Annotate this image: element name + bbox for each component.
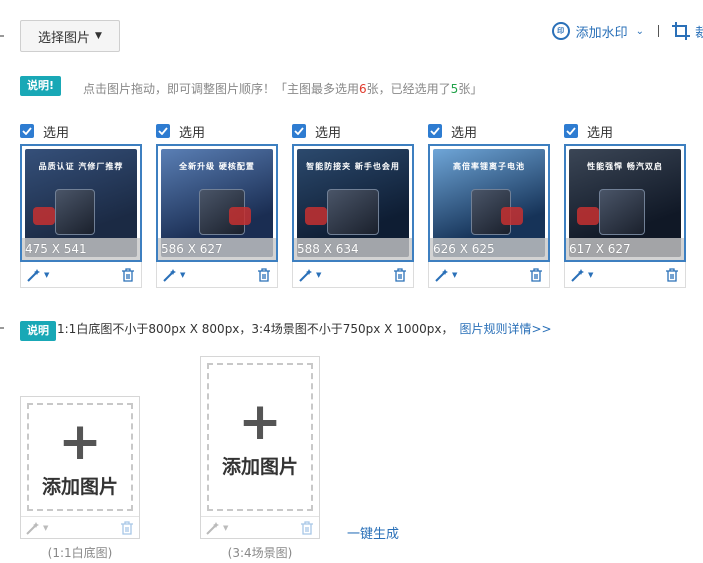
add-image-dropzone[interactable]: + 添加图片: [27, 403, 133, 511]
select-checkbox-label: 选用: [179, 125, 206, 141]
image-dimensions: 586 X 627: [158, 238, 276, 260]
image-dimensions: 626 X 625: [430, 238, 548, 260]
product-accessory: [305, 207, 327, 225]
thumbnail-toolbar: ▼: [20, 262, 142, 288]
notice-text-mid: 张，已经选用了: [366, 82, 451, 96]
thumbnail-card[interactable]: 选用品质认证 汽修厂推荐 475 X 541 ▼: [20, 122, 142, 288]
poster-title: 品质认证 汽修厂推荐: [38, 162, 124, 171]
magic-wand-icon[interactable]: ▼: [571, 268, 593, 282]
slot-toolbar: ▼: [21, 516, 139, 538]
product-accessory: [577, 207, 599, 225]
thumbnail-card[interactable]: 选用性能强悍 畅汽双启 617 X 627 ▼: [564, 122, 686, 288]
magic-wand-icon[interactable]: ▼: [163, 268, 185, 282]
notice-text-after: 张」: [458, 82, 483, 96]
crop-icon[interactable]: [671, 21, 691, 41]
top-right-toolbar: 印 添加水印 ⌄ 裁: [551, 18, 703, 44]
trash-icon[interactable]: [393, 267, 407, 282]
select-images-button[interactable]: 选择图片 ▼: [20, 20, 120, 52]
check-icon[interactable]: [20, 124, 34, 138]
thumbnail-image[interactable]: 性能强悍 畅汽双启 617 X 627: [564, 144, 686, 262]
edge-marker: [0, 35, 4, 37]
crop-button-label[interactable]: 裁: [695, 22, 703, 41]
add-watermark-button[interactable]: 添加水印: [576, 22, 628, 41]
rules-detail-link[interactable]: 图片规则详情>>: [459, 322, 551, 336]
trash-icon[interactable]: [529, 267, 543, 282]
thumbnail-image[interactable]: 智能防接夹 新手也会用 588 X 634: [292, 144, 414, 262]
chevron-down-icon[interactable]: ⌄: [636, 26, 644, 37]
edge-marker: [0, 327, 4, 329]
add-image-slot-square[interactable]: + 添加图片 ▼: [20, 396, 140, 539]
watermark-icon[interactable]: 印: [551, 22, 570, 40]
product-accessory: [229, 207, 251, 225]
product-accessory: [33, 207, 55, 225]
select-checkbox-row[interactable]: 选用: [20, 122, 142, 141]
image-dimensions: 475 X 541: [22, 238, 140, 260]
image-dimensions: 617 X 627: [566, 238, 684, 260]
image-dimensions: 588 X 634: [294, 238, 412, 260]
one-click-generate-button[interactable]: 一键生成: [347, 523, 399, 542]
trash-icon[interactable]: [300, 520, 314, 535]
trash-icon[interactable]: [665, 267, 679, 282]
select-checkbox-row[interactable]: 选用: [292, 122, 414, 141]
magic-wand-icon[interactable]: ▼: [27, 268, 49, 282]
chevron-down-icon: ▼: [95, 31, 102, 41]
select-images-label: 选择图片: [38, 30, 91, 46]
thumbnail-image[interactable]: 品质认证 汽修厂推荐 475 X 541: [20, 144, 142, 262]
select-checkbox-row[interactable]: 选用: [564, 122, 686, 141]
notice-badge: 说明!: [20, 76, 62, 96]
thumbnail-toolbar: ▼: [428, 262, 550, 288]
thumbnail-card[interactable]: 选用智能防接夹 新手也会用 588 X 634 ▼: [292, 122, 414, 288]
thumbnail-image[interactable]: 全新升级 硬核配置 586 X 627: [156, 144, 278, 262]
rules-badge: 说明: [20, 321, 56, 341]
thumbnail-toolbar: ▼: [564, 262, 686, 288]
slot-caption-scene: (3:4场景图): [227, 546, 293, 560]
poster-title: 全新升级 硬核配置: [179, 162, 255, 171]
select-checkbox-label: 选用: [315, 125, 342, 141]
poster-title: 智能防接夹 新手也会用: [306, 162, 400, 171]
select-checkbox-label: 选用: [451, 125, 478, 141]
poster-title: 高倍率锂离子电池: [453, 162, 525, 171]
thumbnail-toolbar: ▼: [292, 262, 414, 288]
plus-icon: +: [58, 411, 102, 472]
slot-caption-square: (1:1白底图): [47, 546, 113, 560]
max-count: 6: [359, 82, 367, 96]
magic-wand-icon[interactable]: ▼: [206, 521, 228, 535]
add-image-dropzone[interactable]: + 添加图片: [207, 363, 313, 511]
check-icon[interactable]: [292, 124, 306, 138]
slot-toolbar: ▼: [201, 516, 319, 538]
divider: [658, 25, 659, 37]
trash-icon[interactable]: [257, 267, 271, 282]
notice-text: 点击图片拖动，即可调整图片顺序！「主图最多选用6张，已经选用了5张」: [83, 80, 482, 97]
select-checkbox-row[interactable]: 选用: [428, 122, 550, 141]
product-device: [55, 189, 95, 235]
plus-icon: +: [238, 391, 282, 452]
select-checkbox-row[interactable]: 选用: [156, 122, 278, 141]
check-icon[interactable]: [564, 124, 578, 138]
check-icon[interactable]: [428, 124, 442, 138]
magic-wand-icon[interactable]: ▼: [299, 268, 321, 282]
thumbnail-card[interactable]: 选用高倍率锂离子电池 626 X 625 ▼: [428, 122, 550, 288]
notice-text-before: 点击图片拖动，即可调整图片顺序！「主图最多选用: [83, 82, 360, 96]
magic-wand-icon[interactable]: ▼: [26, 521, 48, 535]
product-accessory: [501, 207, 523, 225]
product-device: [327, 189, 379, 235]
add-image-slot-scene[interactable]: + 添加图片 ▼: [200, 356, 320, 539]
product-device: [599, 189, 645, 235]
thumbnail-image[interactable]: 高倍率锂离子电池 626 X 625: [428, 144, 550, 262]
check-icon[interactable]: [156, 124, 170, 138]
rules-description: 1:1白底图不小于800px X 800px，3:4场景图不小于750px X …: [57, 322, 454, 336]
add-image-label: 添加图片: [221, 455, 298, 478]
rules-text: 1:1白底图不小于800px X 800px，3:4场景图不小于750px X …: [57, 320, 552, 337]
poster-title: 性能强悍 畅汽双启: [587, 162, 663, 171]
thumbnail-card[interactable]: 选用全新升级 硬核配置 586 X 627 ▼: [156, 122, 278, 288]
thumbnail-toolbar: ▼: [156, 262, 278, 288]
trash-icon[interactable]: [121, 267, 135, 282]
select-checkbox-label: 选用: [587, 125, 614, 141]
magic-wand-icon[interactable]: ▼: [435, 268, 457, 282]
trash-icon[interactable]: [120, 520, 134, 535]
add-image-label: 添加图片: [41, 475, 118, 498]
select-checkbox-label: 选用: [43, 125, 70, 141]
